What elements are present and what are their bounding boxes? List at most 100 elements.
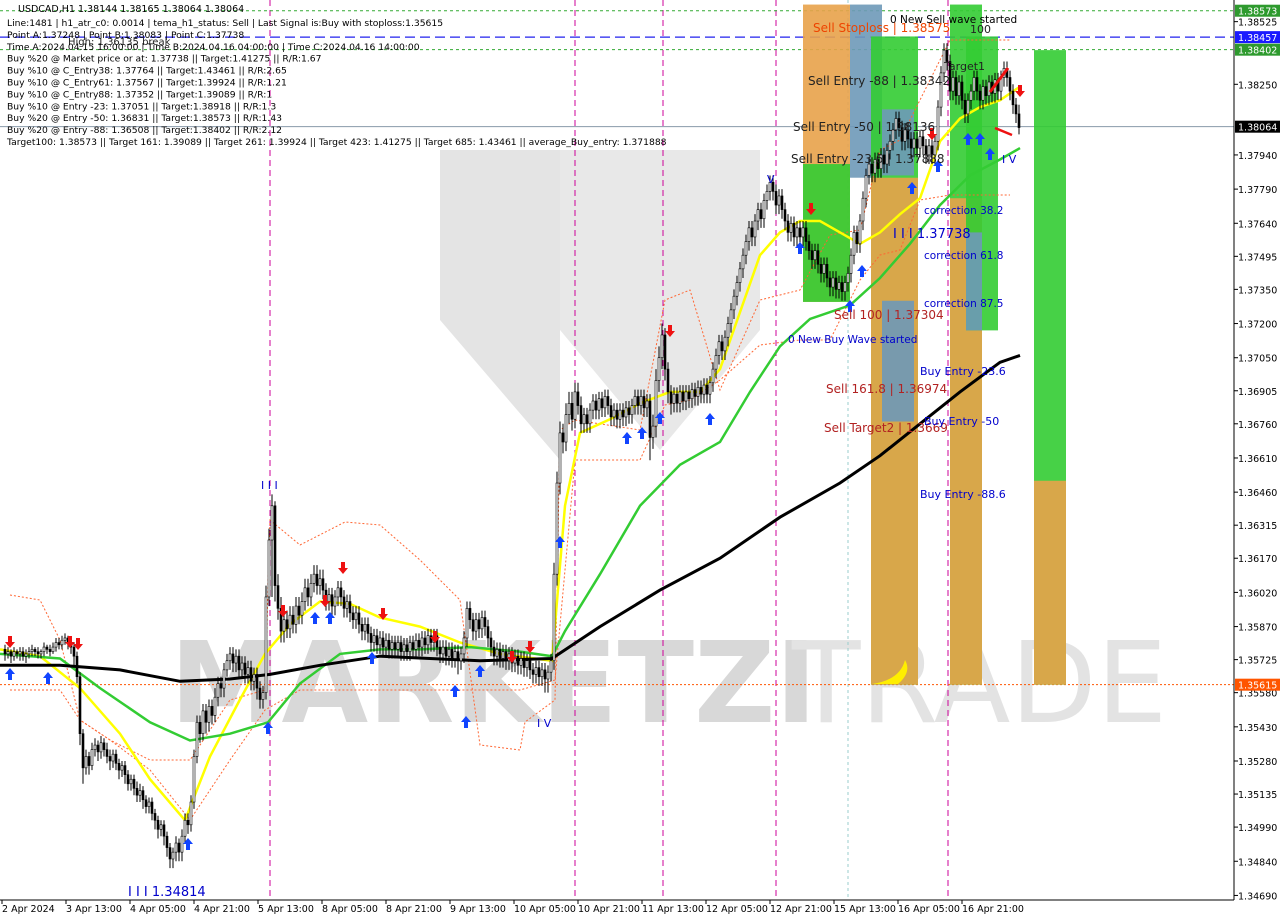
candle-body [570,402,574,420]
time-tick-label: 8 Apr 21:00 [386,904,442,915]
candle-body [468,608,472,621]
info-line-4: Buy %10 @ C_Entry38: 1.37764 || Target:1… [7,66,287,77]
candle-body [963,99,967,115]
candle-63 [192,749,196,809]
price-tick-label: 1.37200 [1238,320,1277,331]
annotation-8: correction 38.2 [924,205,1003,217]
candle-body [102,742,106,750]
candle-body [645,400,649,409]
info-line-5: Buy %10 @ C_Entry61: 1.37567 || Target:1… [7,78,287,89]
candle-body [288,614,292,630]
candle-body [84,756,88,769]
candle-body [699,387,703,395]
candle-body [144,799,148,807]
candle-body [777,195,781,206]
candle-body [45,646,49,650]
candle-body [318,578,322,586]
annotation-1: Sell Entry -88 | 1.38342 [808,74,950,88]
candle-body [972,77,976,92]
candle-body [219,683,223,689]
candle-body [726,323,730,338]
candle-body [729,309,733,324]
candle-body [231,653,235,664]
candle-body [126,774,130,785]
candle-body [393,642,397,650]
candle-body [822,264,826,274]
candle-body [612,409,616,418]
candle-body [795,227,799,238]
time-tick-label: 2 Apr 2024 [2,904,55,915]
candle-body [741,254,745,270]
candle-body [660,334,664,359]
candle-body [681,391,685,402]
time-tick-label: 15 Apr 13:00 [834,904,896,915]
candle-body [276,585,280,609]
candle-body [525,660,529,668]
candle-body [486,626,490,639]
candle-body [108,756,112,762]
candle-body [60,639,64,646]
candle-body [960,81,964,101]
candle-body [129,778,133,785]
annotation-10: correction 87.5 [924,298,1003,310]
candle-body [477,619,481,630]
candle-body [723,336,727,352]
candle-body [744,241,748,256]
time-tick-label: 9 Apr 13:00 [450,904,506,915]
candle-88 [267,528,271,607]
candle-body [111,753,115,762]
candle-body [396,642,400,650]
candle-body [483,617,487,627]
candle-body [639,396,643,406]
candle-body [447,649,451,657]
price-tick-label: 1.35870 [1238,623,1277,634]
candle-body [456,651,460,662]
candle-body [330,594,334,607]
candle-body [465,608,469,639]
candle-body [237,655,241,671]
time-tick-label: 12 Apr 05:00 [706,904,768,915]
candle-body [12,651,16,657]
candle-body [300,601,304,616]
candle-body [15,651,19,655]
candle-body [714,355,718,370]
candle-body [651,425,655,438]
candle-body [75,655,79,678]
candle-body [372,635,376,643]
candle-body [837,282,841,290]
candle-body [444,646,448,657]
candle-body [312,573,316,584]
candle-body [210,706,214,716]
candle-body [858,220,862,245]
candle-body [774,191,778,206]
candle-body [828,277,832,288]
candle-body [954,77,958,96]
candle-body [756,209,760,222]
candle-body [480,617,484,630]
chart-canvas[interactable]: MARKETZITRADE0 New Sell wave startedSell… [0,0,1280,920]
symbol-header: USDCAD,H1 1.38144 1.38165 1.38064 1.3806… [18,4,244,15]
candle-body [498,649,502,659]
candle-body [153,813,157,821]
annotation-4: Sell 100 | 1.37304 [834,308,944,322]
candle-body [81,733,85,769]
candle-body [861,197,865,222]
candle-body [519,658,523,666]
candle-body [735,282,739,297]
price-tick-label: 1.37495 [1238,252,1277,263]
candle-body [240,662,244,671]
price-tick-label: 1.36460 [1238,488,1277,499]
annotation-19: I V [1002,153,1017,166]
candle-body [306,587,310,598]
annotation-15: I I I 1.34814 [128,885,206,900]
candle-body [222,669,226,689]
price-tick-label: 1.35430 [1238,723,1277,734]
annotation-12: Buy Entry -23.6 [920,365,1006,378]
candle-body [792,222,796,238]
info-line-9: Buy %20 @ Entry -88: 1.36508 || Target:1… [7,125,282,136]
candle-body [615,409,619,420]
price-tick-label: 1.34840 [1238,857,1277,868]
time-tick-label: 16 Apr 21:00 [962,904,1024,915]
time-tick-label: 3 Apr 13:00 [66,904,122,915]
candle-body [609,405,613,418]
